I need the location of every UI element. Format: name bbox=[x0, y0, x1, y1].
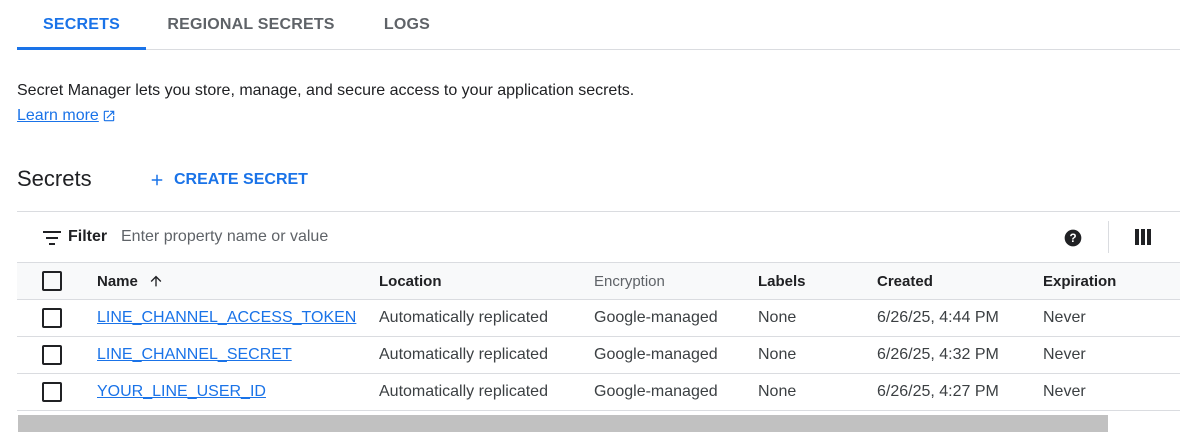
encryption-cell: Google-managed bbox=[594, 299, 758, 337]
table-row: LINE_CHANNEL_ACCESS_TOKEN Automatically … bbox=[17, 299, 1180, 337]
tab-regional-secrets[interactable]: REGIONAL SECRETS bbox=[146, 0, 356, 49]
labels-cell: None bbox=[758, 336, 877, 374]
secret-name-link[interactable]: LINE_CHANNEL_ACCESS_TOKEN bbox=[97, 309, 356, 326]
toolbar-divider bbox=[1108, 221, 1109, 253]
location-cell: Automatically replicated bbox=[379, 299, 594, 337]
column-header-created[interactable]: Created bbox=[877, 262, 1043, 300]
location-cell: Automatically replicated bbox=[379, 373, 594, 411]
created-cell: 6/26/25, 4:32 PM bbox=[877, 336, 1043, 374]
table-header-row: Name Location Encryption Labels Created … bbox=[17, 262, 1180, 300]
secrets-table: Name Location Encryption Labels Created … bbox=[17, 262, 1180, 411]
secret-name-cell: YOUR_LINE_USER_ID bbox=[97, 373, 379, 411]
table-row: LINE_CHANNEL_SECRET Automatically replic… bbox=[17, 336, 1180, 374]
filter-icon bbox=[43, 231, 61, 245]
open-in-new-icon bbox=[103, 110, 115, 122]
encryption-cell: Google-managed bbox=[594, 373, 758, 411]
row-checkbox[interactable] bbox=[42, 382, 62, 402]
tab-secrets[interactable]: SECRETS bbox=[17, 0, 146, 50]
expiration-cell: Never bbox=[1043, 373, 1180, 411]
table-row: YOUR_LINE_USER_ID Automatically replicat… bbox=[17, 373, 1180, 411]
filter-bar: Filter ? bbox=[17, 211, 1180, 263]
labels-cell: None bbox=[758, 299, 877, 337]
secret-name-link[interactable]: YOUR_LINE_USER_ID bbox=[97, 383, 266, 400]
created-cell: 6/26/25, 4:44 PM bbox=[877, 299, 1043, 337]
plus-icon bbox=[151, 174, 163, 186]
labels-cell: None bbox=[758, 373, 877, 411]
filter-label: Filter bbox=[68, 228, 108, 245]
row-checkbox[interactable] bbox=[42, 308, 62, 328]
column-header-name[interactable]: Name bbox=[97, 262, 379, 300]
svg-text:?: ? bbox=[1069, 232, 1076, 245]
column-display-icon[interactable] bbox=[1135, 229, 1151, 245]
secret-name-cell: LINE_CHANNEL_ACCESS_TOKEN bbox=[97, 299, 379, 337]
secret-name-cell: LINE_CHANNEL_SECRET bbox=[97, 336, 379, 374]
arrow-up-icon bbox=[150, 275, 162, 287]
select-all-checkbox[interactable] bbox=[42, 271, 62, 291]
select-all-cell bbox=[17, 262, 97, 300]
page-description: Secret Manager lets you store, manage, a… bbox=[17, 82, 635, 99]
create-secret-label: CREATE SECRET bbox=[174, 171, 308, 188]
created-cell: 6/26/25, 4:27 PM bbox=[877, 373, 1043, 411]
horizontal-scrollbar[interactable] bbox=[18, 415, 1108, 432]
tab-bar: SECRETS REGIONAL SECRETS LOGS bbox=[17, 0, 1180, 50]
row-select-cell bbox=[17, 373, 97, 411]
secret-name-link[interactable]: LINE_CHANNEL_SECRET bbox=[97, 346, 292, 363]
location-cell: Automatically replicated bbox=[379, 336, 594, 374]
create-secret-button[interactable]: CREATE SECRET bbox=[148, 168, 308, 192]
row-checkbox[interactable] bbox=[42, 345, 62, 365]
row-select-cell bbox=[17, 336, 97, 374]
encryption-cell: Google-managed bbox=[594, 336, 758, 374]
column-header-expiration[interactable]: Expiration bbox=[1043, 262, 1180, 300]
row-select-cell bbox=[17, 299, 97, 337]
tab-logs[interactable]: LOGS bbox=[356, 0, 458, 49]
column-header-labels[interactable]: Labels bbox=[758, 262, 877, 300]
help-icon[interactable]: ? bbox=[1063, 228, 1083, 248]
section-title: Secrets bbox=[17, 166, 92, 191]
expiration-cell: Never bbox=[1043, 299, 1180, 337]
filter-input[interactable] bbox=[121, 224, 721, 250]
column-header-location[interactable]: Location bbox=[379, 262, 594, 300]
column-header-name-label: Name bbox=[97, 272, 138, 290]
column-header-encryption: Encryption bbox=[594, 262, 758, 300]
learn-more-label: Learn more bbox=[17, 107, 99, 124]
expiration-cell: Never bbox=[1043, 336, 1180, 374]
learn-more-link[interactable]: Learn more bbox=[17, 107, 116, 125]
